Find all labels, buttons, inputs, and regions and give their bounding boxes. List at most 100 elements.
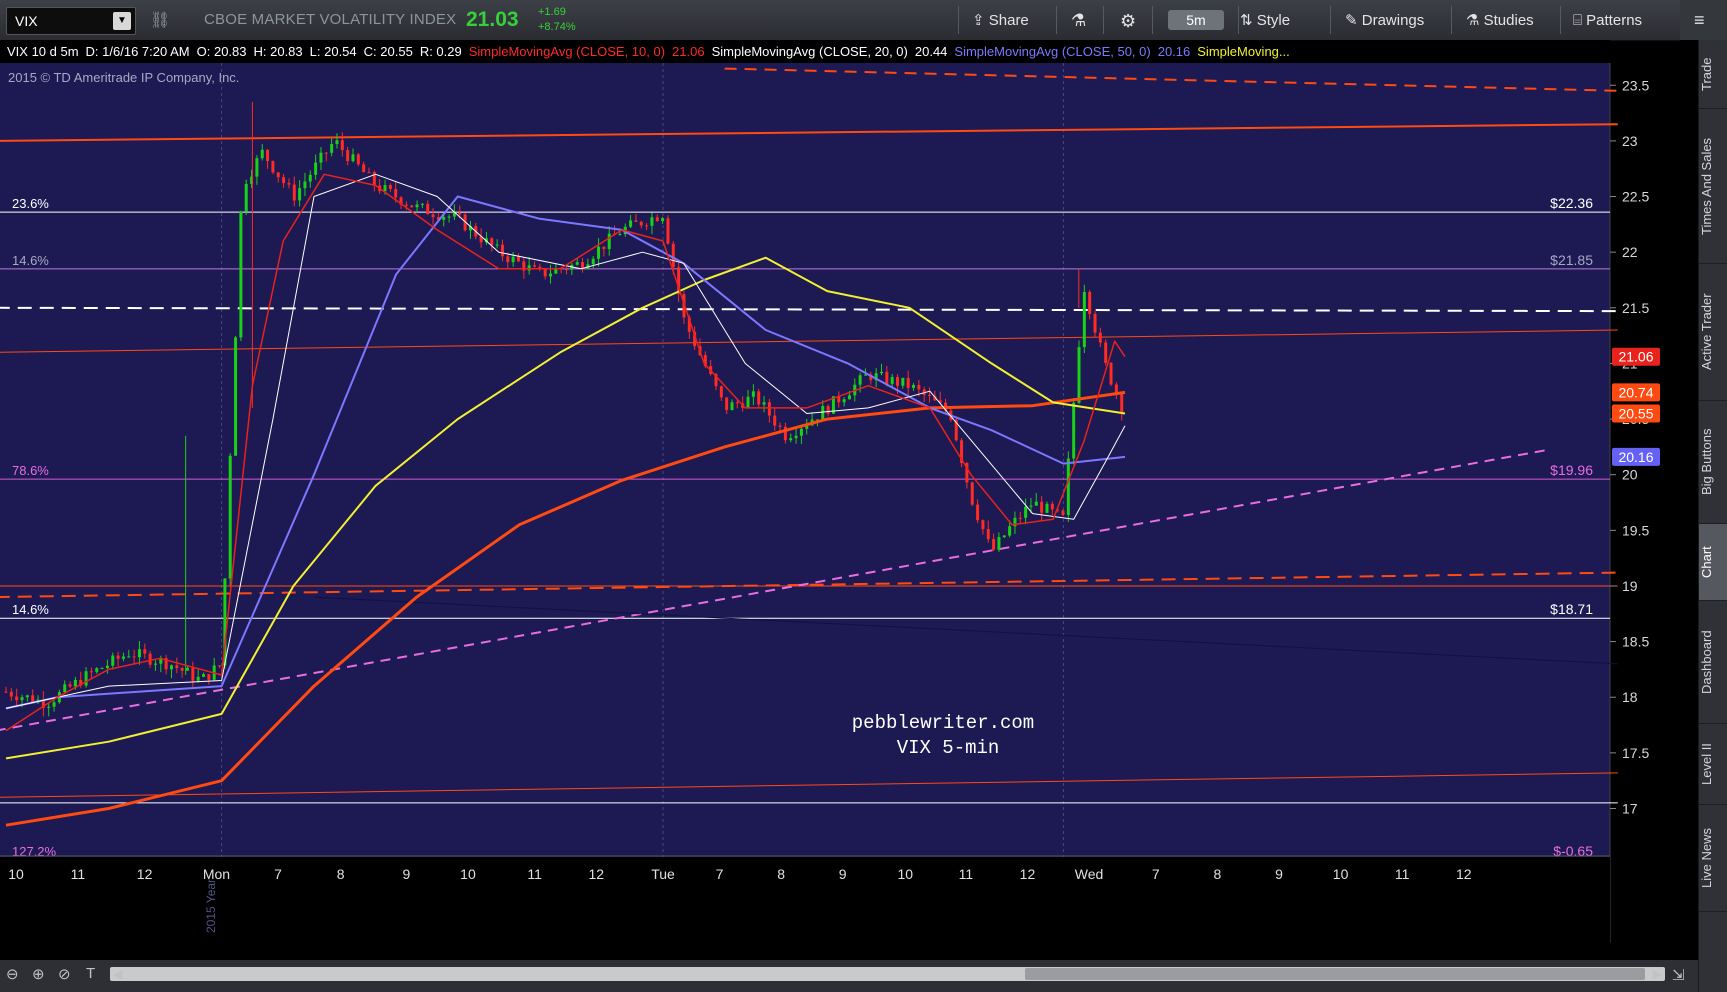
menu-icon[interactable]: ≡ — [1694, 10, 1705, 31]
candle-body — [116, 655, 120, 659]
candle-body — [602, 246, 606, 250]
tab-active-trader[interactable]: Active Trader — [1699, 264, 1727, 401]
candle-body — [319, 152, 323, 163]
tab-big-buttons[interactable]: Big Buttons — [1699, 401, 1727, 524]
x-axis: 10 11 12 Mon 7 8 9 10 11 12 Tue 7 8 9 10 11 12 Wed 7 8 9 10 11… — [0, 855, 1610, 943]
patterns-icon: ⌸ — [1573, 12, 1587, 29]
fib-label: 14.6% — [12, 602, 49, 617]
candle-body — [9, 691, 13, 697]
candle-body — [121, 656, 125, 659]
fib-label: 78.6% — [12, 463, 49, 478]
fib-price-label: $22.36 — [1550, 195, 1593, 211]
candle-body — [84, 671, 88, 686]
candle-body — [789, 438, 793, 441]
candle-body — [292, 184, 296, 201]
chevron-down-icon[interactable]: ▼ — [113, 12, 131, 30]
share-button[interactable]: ⇪ Share — [972, 0, 1029, 40]
candle-body — [725, 397, 729, 411]
candle-body — [196, 676, 200, 681]
candle-body — [757, 391, 761, 405]
copyright-text: 2015 © TD Ameritrade IP Company, Inc. — [8, 70, 239, 85]
timeframe-button[interactable]: 5m — [1168, 10, 1224, 30]
gear-icon[interactable]: ⚙ — [1120, 0, 1136, 40]
candle-body — [1034, 501, 1038, 506]
candle-body — [95, 668, 99, 672]
tab-level-ii[interactable]: Level II — [1699, 724, 1727, 805]
x-tick-label: 8 — [1213, 866, 1221, 882]
patterns-label: Patterns — [1586, 12, 1643, 29]
style-label: Style — [1256, 12, 1291, 29]
scroll-left-icon[interactable]: ◀ — [113, 967, 122, 981]
candle-body — [863, 374, 867, 376]
share-icon: ⇪ — [972, 12, 989, 29]
plot-background — [0, 63, 1610, 943]
candle-body — [543, 269, 547, 277]
horizontal-scrollbar[interactable]: ◀ ▶ — [110, 967, 1665, 981]
y-tick-label: 19 — [1622, 578, 1638, 594]
candle-body — [4, 691, 8, 693]
candle-body — [896, 377, 900, 386]
candle-body — [735, 402, 739, 404]
candle-body — [767, 402, 771, 416]
candle-body — [1061, 510, 1065, 515]
separator — [1330, 6, 1331, 34]
patterns-button[interactable]: ⌸ Patterns — [1573, 0, 1642, 40]
candle-body — [383, 185, 387, 192]
tab-live-news[interactable]: Live News — [1699, 805, 1727, 912]
x-tick-label: 11 — [1395, 866, 1410, 882]
drawings-button[interactable]: ✎ Drawings — [1345, 0, 1424, 40]
expand-icon[interactable]: ⇲ — [1672, 966, 1685, 984]
candle-body — [527, 265, 531, 271]
flask-icon[interactable]: ⚗ — [1071, 0, 1086, 40]
y-tick-label: 22 — [1622, 244, 1638, 260]
y-tick-label: 23.5 — [1622, 77, 1649, 93]
tab-chart[interactable]: Chart — [1699, 524, 1727, 601]
candle-body — [218, 665, 222, 667]
candle-body — [1093, 313, 1097, 333]
candle-body — [912, 384, 916, 388]
candle-body — [719, 386, 723, 398]
sma10-value: 21.06 — [672, 44, 705, 59]
sma-more-label[interactable]: SimpleMoving... — [1197, 44, 1289, 59]
candle-body — [255, 158, 259, 177]
zoom-in-icon[interactable]: ⊕ — [32, 965, 45, 983]
sma10-label[interactable]: SimpleMovingAvg (CLOSE, 10, 0) — [469, 44, 665, 59]
zoom-out-icon[interactable]: ⊖ — [6, 965, 19, 983]
candle-body — [298, 188, 302, 201]
zoom-reset-icon[interactable]: ⊘ — [58, 965, 71, 983]
chart-panel[interactable]: 23.6% $22.36 14.6% $21.85 78.6% $19.96 14.6% $1… — [0, 63, 1698, 943]
candle-body — [1109, 362, 1113, 385]
candle-body — [629, 220, 633, 227]
candle-body — [111, 655, 115, 666]
link-icon[interactable]: ⛓ — [150, 10, 170, 30]
scroll-right-icon[interactable]: ▶ — [1653, 967, 1662, 981]
candle-body — [330, 144, 334, 153]
candle-body — [447, 216, 451, 218]
toolbar: VIX ▼ ⛓ CBOE MARKET VOLATILITY INDEX 21.… — [0, 0, 1680, 41]
tab-times-and-sales[interactable]: Times And Sales — [1699, 109, 1727, 264]
candle-body — [575, 262, 579, 265]
tab-trade[interactable]: Trade — [1699, 40, 1727, 109]
tab-dashboard[interactable]: Dashboard — [1699, 601, 1727, 724]
style-button[interactable]: ⇅ Style — [1240, 0, 1290, 40]
text-tool-icon[interactable]: T — [86, 965, 95, 982]
x-tick-label: 11 — [959, 866, 974, 882]
separator — [1152, 6, 1153, 34]
candle-body — [63, 684, 67, 693]
x-tick-label: 12 — [137, 866, 153, 882]
scrollbar-thumb[interactable] — [1025, 968, 1645, 980]
symbol-selector[interactable]: VIX ▼ — [6, 7, 136, 35]
candle-body — [68, 684, 72, 687]
info-range: R: 0.29 — [419, 44, 462, 59]
candle-body — [650, 217, 654, 226]
studies-button[interactable]: ⚗ Studies — [1466, 0, 1534, 40]
candle-body — [20, 697, 24, 701]
candle-body — [415, 204, 419, 208]
sma20-label[interactable]: SimpleMovingAvg (CLOSE, 20, 0) — [712, 44, 908, 59]
info-low: L: 20.54 — [309, 44, 357, 59]
candle-body — [506, 256, 510, 263]
sma50-label[interactable]: SimpleMovingAvg (CLOSE, 50, 0) — [954, 44, 1150, 59]
candle-body — [420, 203, 424, 205]
candle-body — [751, 391, 755, 397]
price-chart[interactable]: 23.6% $22.36 14.6% $21.85 78.6% $19.96 14.6% $1… — [0, 63, 1698, 943]
